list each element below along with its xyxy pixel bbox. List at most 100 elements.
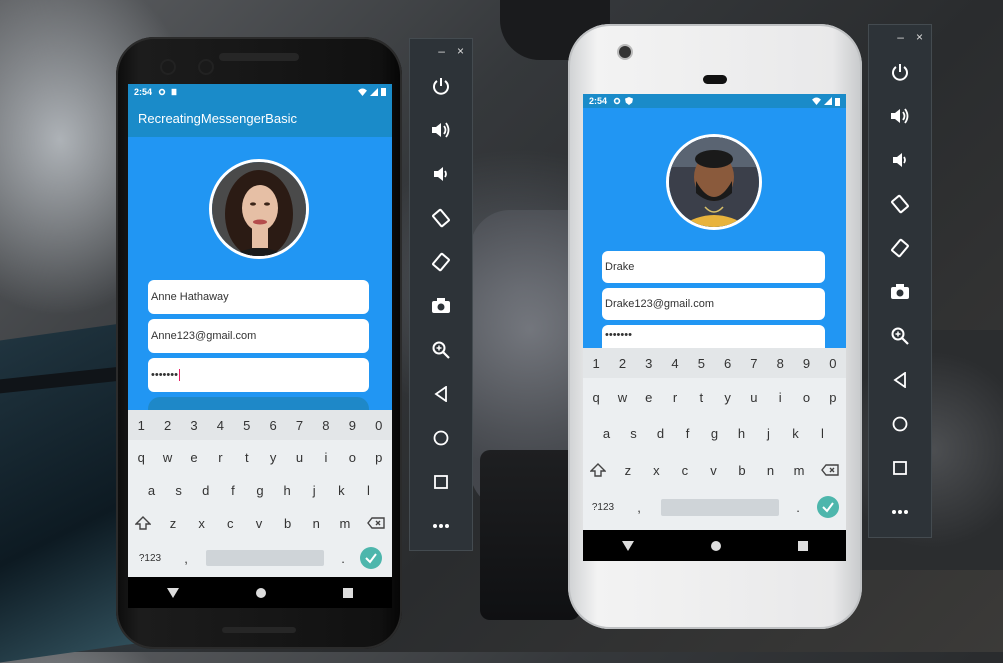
comma-key[interactable]: , — [625, 500, 653, 515]
rotate-left-button[interactable] — [410, 204, 472, 232]
key-j[interactable]: j — [762, 426, 776, 441]
email-field[interactable]: Drake123@gmail.com — [602, 288, 825, 320]
key-1[interactable]: 1 — [134, 418, 148, 433]
key-y[interactable]: y — [721, 390, 735, 405]
screenshot-button[interactable] — [869, 278, 931, 306]
key-l[interactable]: l — [816, 426, 830, 441]
key-0[interactable]: 0 — [826, 356, 840, 371]
comma-key[interactable]: , — [172, 551, 200, 566]
key-a[interactable]: a — [145, 483, 159, 498]
volume-down-button[interactable] — [869, 146, 931, 174]
key-a[interactable]: a — [600, 426, 614, 441]
key-2[interactable]: 2 — [161, 418, 175, 433]
key-z[interactable]: z — [621, 463, 635, 478]
key-f[interactable]: f — [681, 426, 695, 441]
minimize-button[interactable]: – — [897, 30, 904, 44]
key-y[interactable]: y — [266, 450, 280, 465]
key-i[interactable]: i — [773, 390, 787, 405]
key-1[interactable]: 1 — [589, 356, 603, 371]
key-5[interactable]: 5 — [694, 356, 708, 371]
key-9[interactable]: 9 — [345, 418, 359, 433]
key-j[interactable]: j — [307, 483, 321, 498]
key-3[interactable]: 3 — [642, 356, 656, 371]
home-icon[interactable] — [255, 587, 266, 598]
volume-down-button[interactable] — [410, 160, 472, 188]
key-6[interactable]: 6 — [266, 418, 280, 433]
rotate-right-button[interactable] — [410, 248, 472, 276]
key-m[interactable]: m — [792, 463, 806, 478]
key-t[interactable]: t — [694, 390, 708, 405]
key-n[interactable]: n — [309, 516, 323, 531]
close-button[interactable]: × — [916, 30, 923, 44]
key-3[interactable]: 3 — [187, 418, 201, 433]
key-i[interactable]: i — [319, 450, 333, 465]
key-h[interactable]: h — [735, 426, 749, 441]
key-6[interactable]: 6 — [721, 356, 735, 371]
key-b[interactable]: b — [281, 516, 295, 531]
key-t[interactable]: t — [240, 450, 254, 465]
key-p[interactable]: p — [826, 390, 840, 405]
key-s[interactable]: s — [627, 426, 641, 441]
volume-up-button[interactable] — [869, 102, 931, 130]
period-key[interactable]: . — [785, 500, 811, 515]
space-key[interactable] — [206, 550, 324, 566]
key-r[interactable]: r — [213, 450, 227, 465]
avatar[interactable] — [209, 159, 309, 259]
name-field[interactable]: Anne Hathaway — [148, 280, 369, 314]
key-2[interactable]: 2 — [615, 356, 629, 371]
key-b[interactable]: b — [735, 463, 749, 478]
symbols-key[interactable]: ?123 — [136, 553, 164, 564]
key-v[interactable]: v — [252, 516, 266, 531]
rotate-right-button[interactable] — [869, 234, 931, 262]
key-w[interactable]: w — [161, 450, 175, 465]
key-7[interactable]: 7 — [747, 356, 761, 371]
back-icon[interactable] — [621, 540, 634, 551]
key-h[interactable]: h — [280, 483, 294, 498]
key-o[interactable]: o — [800, 390, 814, 405]
key-o[interactable]: o — [345, 450, 359, 465]
period-key[interactable]: . — [330, 551, 356, 566]
key-z[interactable]: z — [166, 516, 180, 531]
key-d[interactable]: d — [654, 426, 668, 441]
shift-icon[interactable] — [590, 463, 607, 477]
key-m[interactable]: m — [338, 516, 352, 531]
key-p[interactable]: p — [372, 450, 386, 465]
home-icon[interactable] — [710, 540, 721, 551]
key-c[interactable]: c — [678, 463, 692, 478]
overview-icon[interactable] — [797, 540, 808, 551]
key-8[interactable]: 8 — [773, 356, 787, 371]
key-4[interactable]: 4 — [213, 418, 227, 433]
power-button[interactable] — [410, 72, 472, 100]
back-icon[interactable] — [166, 587, 179, 598]
back-button[interactable] — [869, 366, 931, 394]
symbols-key[interactable]: ?123 — [589, 502, 617, 513]
avatar[interactable] — [666, 134, 762, 230]
power-button[interactable] — [869, 58, 931, 86]
more-button[interactable] — [869, 498, 931, 526]
close-button[interactable]: × — [457, 44, 464, 58]
key-w[interactable]: w — [615, 390, 629, 405]
key-k[interactable]: k — [334, 483, 348, 498]
key-u[interactable]: u — [747, 390, 761, 405]
key-x[interactable]: x — [195, 516, 209, 531]
name-field[interactable]: Drake — [602, 251, 825, 283]
overview-icon[interactable] — [343, 587, 354, 598]
key-f[interactable]: f — [226, 483, 240, 498]
key-n[interactable]: n — [764, 463, 778, 478]
key-l[interactable]: l — [361, 483, 375, 498]
key-r[interactable]: r — [668, 390, 682, 405]
back-button[interactable] — [410, 380, 472, 408]
password-field[interactable]: ••••••• — [602, 325, 825, 349]
key-v[interactable]: v — [706, 463, 720, 478]
key-d[interactable]: d — [199, 483, 213, 498]
key-g[interactable]: g — [253, 483, 267, 498]
zoom-button[interactable] — [869, 322, 931, 350]
key-c[interactable]: c — [223, 516, 237, 531]
key-e[interactable]: e — [187, 450, 201, 465]
key-e[interactable]: e — [642, 390, 656, 405]
minimize-button[interactable]: – — [438, 44, 445, 58]
key-s[interactable]: s — [172, 483, 186, 498]
backspace-icon[interactable] — [820, 464, 839, 476]
home-button[interactable] — [410, 424, 472, 452]
key-k[interactable]: k — [789, 426, 803, 441]
